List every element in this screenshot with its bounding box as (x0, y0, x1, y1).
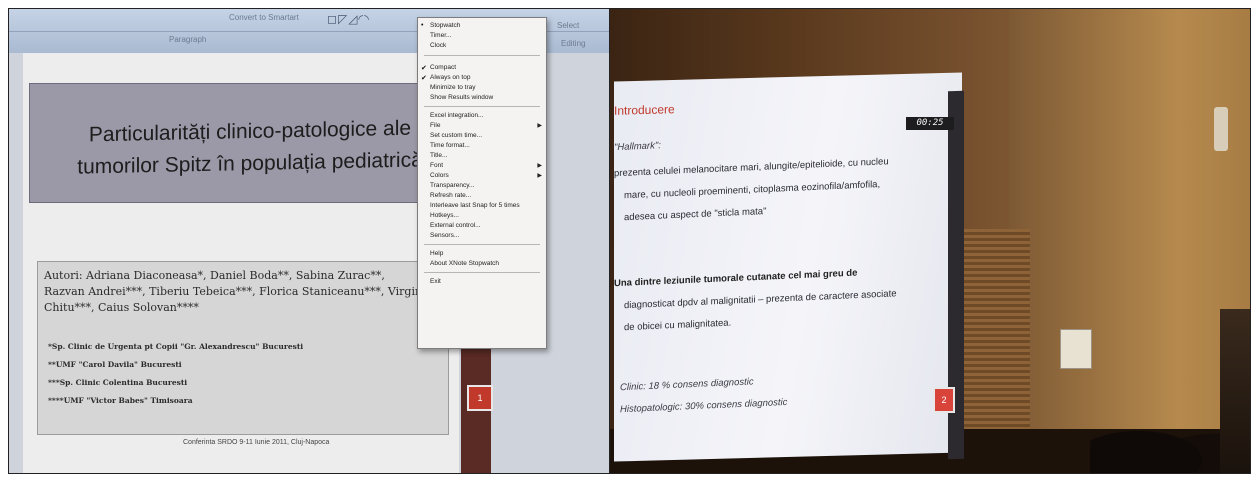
menu-item-label: Show Results window (430, 94, 494, 101)
check-icon: ✔ (421, 65, 427, 72)
wall-panel (1060, 329, 1092, 369)
authors-line: Autori: Adriana Diaconeasa*, Daniel Boda… (44, 269, 385, 282)
menu-item-label: Minimize to tray (430, 84, 476, 91)
check-icon: ✔ (421, 75, 427, 82)
menu-item-label: Transparency... (430, 182, 475, 189)
menu-separator (424, 272, 540, 273)
menu-item[interactable]: Interleave last Snap for 5 times (418, 202, 546, 212)
menu-item[interactable]: Refresh rate... (418, 192, 546, 202)
menu-item[interactable]: Colors ▶ (418, 172, 546, 182)
paragraph-group-label: Paragraph (169, 35, 207, 44)
menu-separator (424, 106, 540, 107)
bullet-icon: • (421, 22, 424, 29)
submenu-arrow-icon: ▶ (537, 163, 542, 169)
menu-item-label: Interleave last Snap for 5 times (430, 202, 520, 209)
menu-item[interactable]: File ▶ (418, 122, 546, 132)
authors-line: Chitu***, Caius Solovan**** (44, 301, 199, 314)
menu-item-label: External control... (430, 222, 481, 229)
menu-item-label: Refresh rate... (430, 192, 472, 199)
affiliation: ****UMF "Victor Babes" Timisoara (48, 396, 193, 405)
left-photo: Convert to Smartart ◻◸◿◜◝ Paragraph Sele… (8, 8, 610, 474)
slide-title: Introducere (614, 102, 675, 118)
editing-group-label: Editing (561, 39, 586, 48)
select-button: Select (557, 21, 580, 30)
menu-item-label: Timer... (430, 32, 452, 39)
menu-item[interactable]: Exit (418, 278, 546, 288)
menu-separator (424, 244, 540, 245)
menu-item[interactable]: Sensors... (418, 232, 546, 242)
menu-item[interactable]: ✔ Compact (418, 64, 546, 74)
slide-1: Particularități clinico-patologice ale t… (23, 53, 459, 473)
menu-separator (424, 55, 540, 56)
menu-item-label: Colors (430, 172, 449, 179)
menu-item[interactable]: Clock (418, 42, 546, 52)
menu-item[interactable]: Time format... (418, 142, 546, 152)
stopwatch-context-menu: • Stopwatch Timer... Clock ✔ Compact ✔ Always o… (417, 17, 547, 349)
affiliation: *Sp. Clinic de Urgenta pt Copii "Gr. Ale… (48, 342, 304, 351)
menu-item-label: Excel integration... (430, 112, 484, 119)
menu-item-label: File (430, 122, 441, 129)
submenu-arrow-icon: ▶ (537, 173, 542, 179)
slide-number: 1 (467, 385, 493, 411)
menu-item-label: Hotkeys... (430, 212, 459, 219)
menu-item-label: Set custom time... (430, 132, 483, 139)
menu-item[interactable]: Transparency... (418, 182, 546, 192)
menu-item-label: Sensors... (430, 232, 460, 239)
submenu-arrow-icon: ▶ (537, 123, 542, 129)
conference-footer: Conferinta SRDO 9-11 Iunie 2011, Cluj-Na… (183, 439, 330, 446)
menu-item[interactable]: Font ▶ (418, 162, 546, 172)
convert-to-smartart-label: Convert to Smartart (229, 13, 299, 22)
menu-item[interactable]: • Stopwatch (418, 22, 546, 32)
menu-item[interactable]: Hotkeys... (418, 212, 546, 222)
menu-item[interactable]: About XNote Stopwatch (418, 260, 546, 270)
menu-item-label: Clock (430, 42, 447, 49)
authors-box: Autori: Adriana Diaconeasa*, Daniel Boda… (37, 261, 449, 435)
menu-item-label: Font (430, 162, 444, 169)
authors-line: Razvan Andrei***, Tiberiu Tebeica***, Fl… (44, 285, 426, 298)
right-photo: 00:25 Introducere "Hallmark": prezenta c… (609, 8, 1251, 474)
menu-item-label: About XNote Stopwatch (430, 260, 500, 267)
presenter (1220, 309, 1250, 473)
menu-item[interactable]: ✔ Always on top (418, 74, 546, 84)
affiliation: ***Sp. Clinic Colentina Bucuresti (48, 378, 188, 387)
menu-item-label: Stopwatch (430, 22, 461, 29)
affiliation: **UMF "Carol Davila" Bucuresti (48, 360, 182, 369)
menu-item[interactable]: External control... (418, 222, 546, 232)
slide-title-box: Particularități clinico-patologice ale t… (29, 83, 447, 203)
menu-item-label: Always on top (430, 74, 471, 81)
menu-item-label: Help (430, 250, 444, 257)
menu-item[interactable]: Set custom time... (418, 132, 546, 142)
authors-text: Autori: Adriana Diaconeasa*, Daniel Boda… (44, 268, 464, 316)
menu-item[interactable]: Timer... (418, 32, 546, 42)
slide-title: Particularități clinico-patologice ale t… (77, 116, 423, 179)
menu-item-label: Compact (430, 64, 457, 71)
menu-item[interactable]: Excel integration... (418, 112, 546, 122)
menu-item-label: Exit (430, 278, 441, 285)
menu-item-label: Title... (430, 152, 448, 159)
menu-item[interactable]: Help (418, 250, 546, 260)
menu-item[interactable]: Title... (418, 152, 546, 162)
slide-number: 2 (933, 387, 955, 413)
wall-lamp (1214, 107, 1228, 151)
shapes-gallery-icon: ◻◸◿◜◝ (327, 12, 370, 26)
menu-item[interactable]: Minimize to tray (418, 84, 546, 94)
wall (1010, 9, 1250, 473)
menu-item-label: Time format... (430, 142, 470, 149)
menu-item[interactable]: Show Results window (418, 94, 546, 104)
